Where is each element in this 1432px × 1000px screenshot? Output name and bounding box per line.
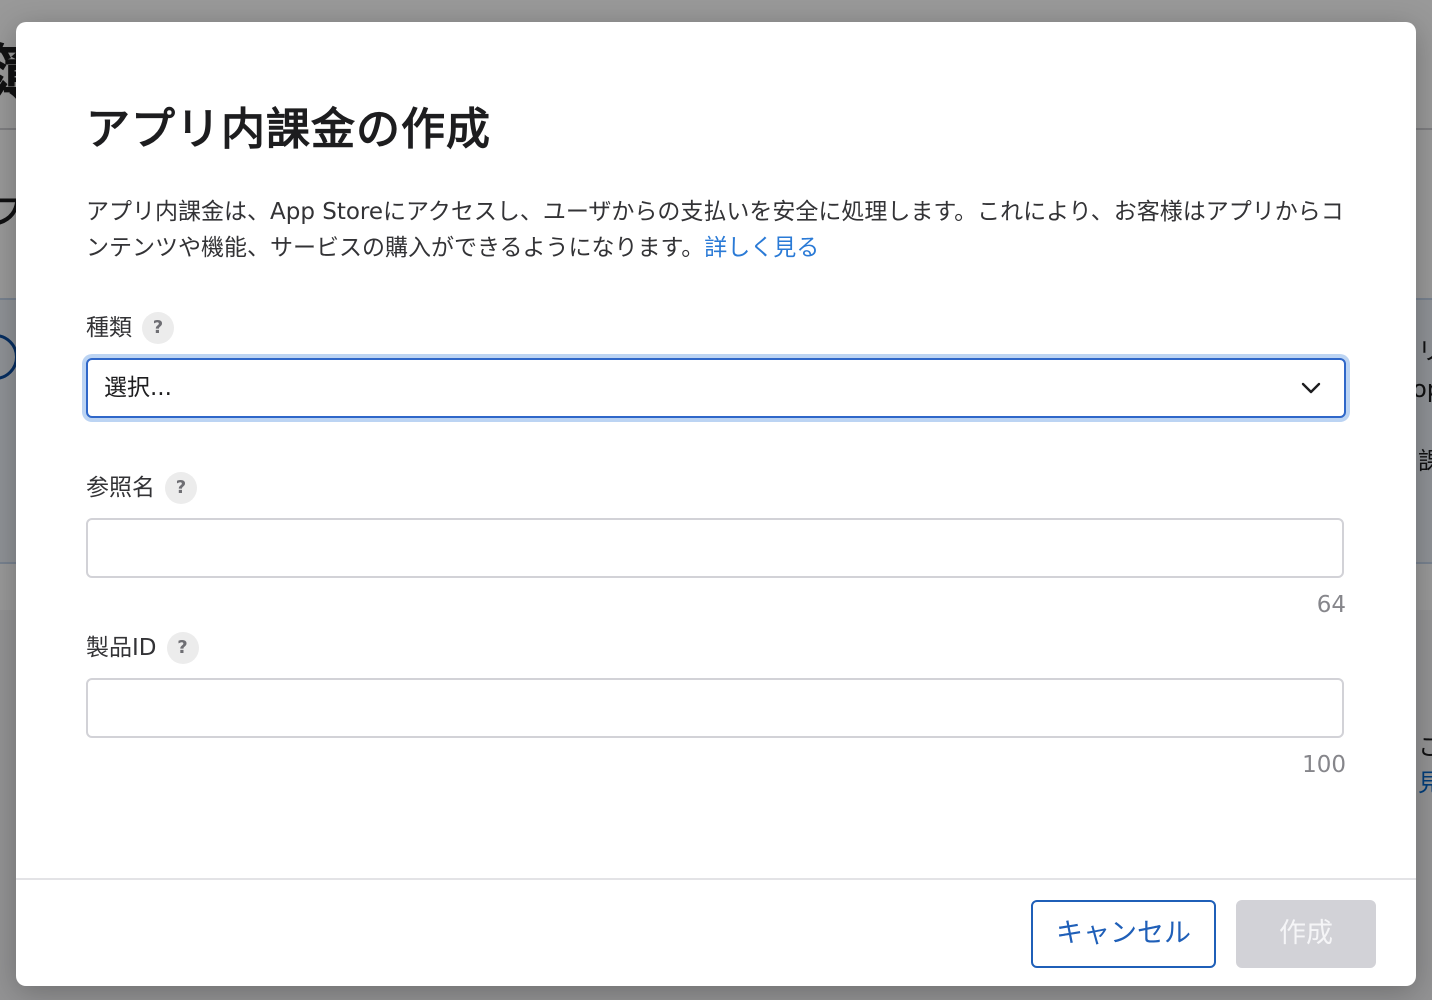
- dialog-footer-divider: [16, 878, 1416, 880]
- reference-name-input[interactable]: [86, 518, 1344, 578]
- product-id-input[interactable]: [86, 678, 1344, 738]
- type-label-text: 種類: [86, 315, 132, 341]
- dialog-description: アプリ内課金は、App Storeにアクセスし、ユーザからの支払いを安全に処理し…: [86, 194, 1346, 266]
- cancel-button[interactable]: キャンセル: [1031, 900, 1216, 968]
- product-id-label-text: 製品ID: [86, 635, 157, 661]
- type-select[interactable]: 選択...: [86, 358, 1346, 418]
- learn-more-link[interactable]: 詳しく見る: [704, 235, 819, 261]
- reference-name-help-icon[interactable]: ?: [165, 472, 197, 504]
- reference-name-label: 参照名 ?: [86, 472, 197, 504]
- reference-name-char-limit: 64: [1316, 592, 1346, 618]
- product-id-label: 製品ID ?: [86, 632, 199, 664]
- reference-name-label-text: 参照名: [86, 475, 155, 501]
- create-iap-dialog: アプリ内課金の作成 アプリ内課金は、App Storeにアクセスし、ユーザからの…: [16, 22, 1416, 986]
- dialog-title: アプリ内課金の作成: [86, 104, 491, 155]
- chevron-down-icon: [1301, 382, 1321, 394]
- product-id-help-icon[interactable]: ?: [166, 632, 199, 664]
- create-button[interactable]: 作成: [1236, 900, 1376, 968]
- type-select-value: 選択...: [104, 375, 172, 401]
- type-help-icon[interactable]: ?: [142, 312, 174, 344]
- product-id-char-limit: 100: [1302, 752, 1346, 778]
- type-field-label: 種類 ?: [86, 312, 174, 344]
